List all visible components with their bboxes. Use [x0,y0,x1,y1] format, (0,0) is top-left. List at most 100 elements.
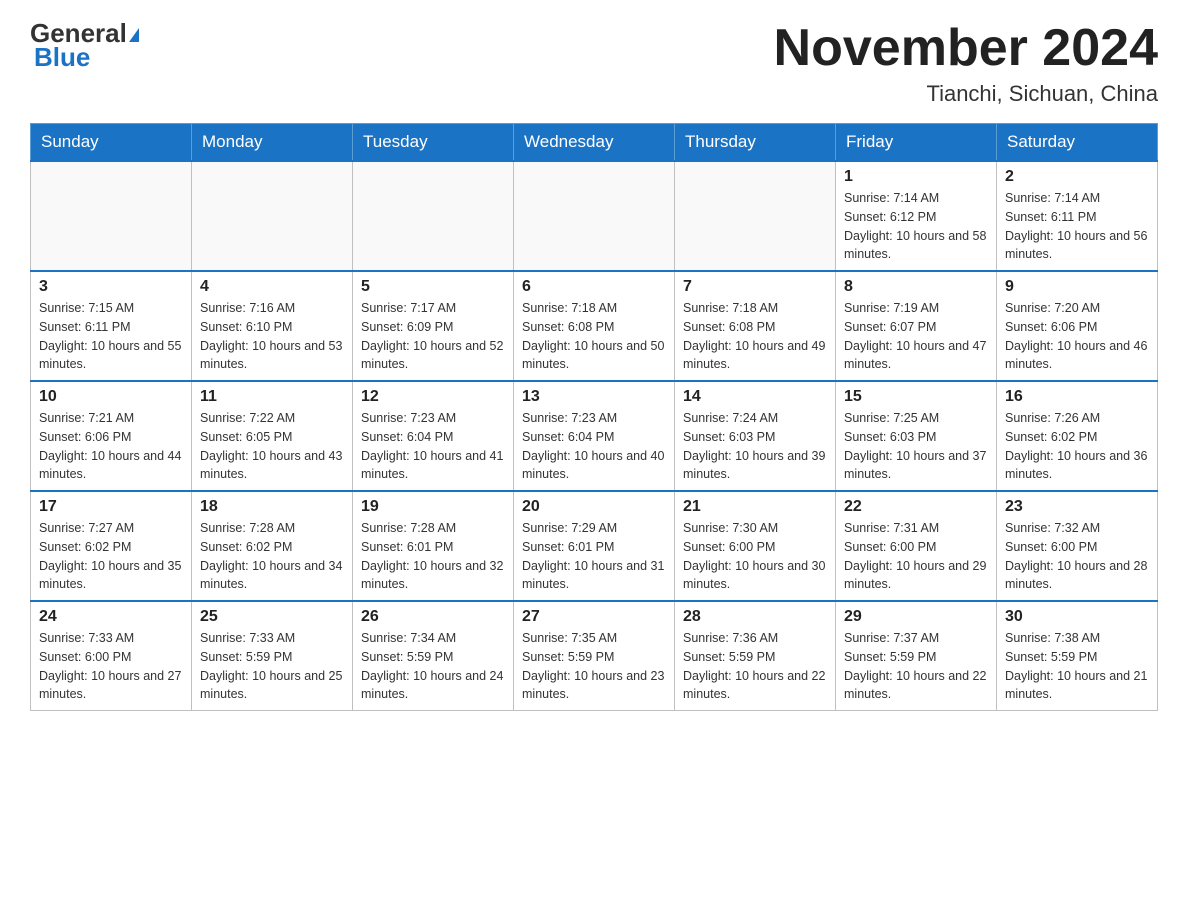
day-info: Sunrise: 7:33 AMSunset: 6:00 PMDaylight:… [39,629,183,704]
day-info: Sunrise: 7:23 AMSunset: 6:04 PMDaylight:… [522,409,666,484]
day-number: 3 [39,278,183,296]
calendar-cell: 19 Sunrise: 7:28 AMSunset: 6:01 PMDayligh… [353,491,514,601]
week-row-1: 1 Sunrise: 7:14 AMSunset: 6:12 PMDaylight… [31,161,1158,271]
day-info: Sunrise: 7:15 AMSunset: 6:11 PMDaylight:… [39,299,183,374]
day-info: Sunrise: 7:28 AMSunset: 6:01 PMDaylight:… [361,519,505,594]
calendar-cell [192,161,353,271]
logo: General Blue [30,20,139,73]
month-title: November 2024 [774,20,1158,77]
week-row-4: 17 Sunrise: 7:27 AMSunset: 6:02 PMDayligh… [31,491,1158,601]
calendar-cell [675,161,836,271]
day-info: Sunrise: 7:23 AMSunset: 6:04 PMDaylight:… [361,409,505,484]
day-info: Sunrise: 7:17 AMSunset: 6:09 PMDaylight:… [361,299,505,374]
day-info: Sunrise: 7:35 AMSunset: 5:59 PMDaylight:… [522,629,666,704]
day-number: 11 [200,388,344,406]
day-info: Sunrise: 7:20 AMSunset: 6:06 PMDaylight:… [1005,299,1149,374]
calendar-cell: 14 Sunrise: 7:24 AMSunset: 6:03 PMDayligh… [675,381,836,491]
calendar-cell: 11 Sunrise: 7:22 AMSunset: 6:05 PMDayligh… [192,381,353,491]
day-number: 25 [200,608,344,626]
day-number: 10 [39,388,183,406]
calendar-cell: 25 Sunrise: 7:33 AMSunset: 5:59 PMDayligh… [192,601,353,711]
day-number: 9 [1005,278,1149,296]
day-info: Sunrise: 7:19 AMSunset: 6:07 PMDaylight:… [844,299,988,374]
calendar-cell: 3 Sunrise: 7:15 AMSunset: 6:11 PMDaylight… [31,271,192,381]
calendar-cell: 30Sunrise: 7:38 AMSunset: 5:59 PMDayligh… [997,601,1158,711]
header-sunday: Sunday [31,124,192,162]
day-number: 19 [361,498,505,516]
calendar-table: Sunday Monday Tuesday Wednesday Thursday… [30,123,1158,711]
day-info: Sunrise: 7:14 AMSunset: 6:11 PMDaylight:… [1005,189,1149,264]
calendar-cell: 21Sunrise: 7:30 AMSunset: 6:00 PMDayligh… [675,491,836,601]
day-info: Sunrise: 7:33 AMSunset: 5:59 PMDaylight:… [200,629,344,704]
day-number: 15 [844,388,988,406]
day-info: Sunrise: 7:26 AMSunset: 6:02 PMDaylight:… [1005,409,1149,484]
day-info: Sunrise: 7:34 AMSunset: 5:59 PMDaylight:… [361,629,505,704]
calendar-cell [353,161,514,271]
day-info: Sunrise: 7:14 AMSunset: 6:12 PMDaylight:… [844,189,988,264]
week-row-5: 24 Sunrise: 7:33 AMSunset: 6:00 PMDayligh… [31,601,1158,711]
calendar-cell: 16 Sunrise: 7:26 AMSunset: 6:02 PMDayligh… [997,381,1158,491]
day-number: 26 [361,608,505,626]
calendar-cell: 23Sunrise: 7:32 AMSunset: 6:00 PMDayligh… [997,491,1158,601]
day-number: 28 [683,608,827,626]
day-number: 29 [844,608,988,626]
day-number: 14 [683,388,827,406]
calendar-cell: 2 Sunrise: 7:14 AMSunset: 6:11 PMDaylight… [997,161,1158,271]
day-info: Sunrise: 7:22 AMSunset: 6:05 PMDaylight:… [200,409,344,484]
week-row-3: 10Sunrise: 7:21 AMSunset: 6:06 PMDayligh… [31,381,1158,491]
header-saturday: Saturday [997,124,1158,162]
day-number: 27 [522,608,666,626]
day-info: Sunrise: 7:18 AMSunset: 6:08 PMDaylight:… [522,299,666,374]
day-number: 18 [200,498,344,516]
day-info: Sunrise: 7:38 AMSunset: 5:59 PMDaylight:… [1005,629,1149,704]
calendar-cell: 18 Sunrise: 7:28 AMSunset: 6:02 PMDayligh… [192,491,353,601]
calendar-cell: 28 Sunrise: 7:36 AMSunset: 5:59 PMDayligh… [675,601,836,711]
calendar-cell: 27 Sunrise: 7:35 AMSunset: 5:59 PMDayligh… [514,601,675,711]
day-number: 8 [844,278,988,296]
day-number: 16 [1005,388,1149,406]
logo-line2: Blue [30,42,90,73]
header-tuesday: Tuesday [353,124,514,162]
day-number: 4 [200,278,344,296]
day-info: Sunrise: 7:28 AMSunset: 6:02 PMDaylight:… [200,519,344,594]
day-number: 20 [522,498,666,516]
day-number: 13 [522,388,666,406]
day-number: 5 [361,278,505,296]
day-info: Sunrise: 7:25 AMSunset: 6:03 PMDaylight:… [844,409,988,484]
calendar-cell: 22Sunrise: 7:31 AMSunset: 6:00 PMDayligh… [836,491,997,601]
calendar-cell: 9 Sunrise: 7:20 AMSunset: 6:06 PMDaylight… [997,271,1158,381]
title-area: November 2024 Tianchi, Sichuan, China [774,20,1158,107]
location: Tianchi, Sichuan, China [774,81,1158,107]
day-number: 23 [1005,498,1149,516]
calendar-cell: 10Sunrise: 7:21 AMSunset: 6:06 PMDayligh… [31,381,192,491]
day-number: 2 [1005,168,1149,186]
day-number: 1 [844,168,988,186]
header-friday: Friday [836,124,997,162]
calendar-cell: 12 Sunrise: 7:23 AMSunset: 6:04 PMDayligh… [353,381,514,491]
calendar-cell: 17 Sunrise: 7:27 AMSunset: 6:02 PMDayligh… [31,491,192,601]
calendar-cell: 1 Sunrise: 7:14 AMSunset: 6:12 PMDaylight… [836,161,997,271]
calendar-cell: 29 Sunrise: 7:37 AMSunset: 5:59 PMDayligh… [836,601,997,711]
header-wednesday: Wednesday [514,124,675,162]
calendar-cell: 20 Sunrise: 7:29 AMSunset: 6:01 PMDayligh… [514,491,675,601]
day-number: 7 [683,278,827,296]
day-info: Sunrise: 7:27 AMSunset: 6:02 PMDaylight:… [39,519,183,594]
day-number: 6 [522,278,666,296]
day-number: 21 [683,498,827,516]
day-info: Sunrise: 7:36 AMSunset: 5:59 PMDaylight:… [683,629,827,704]
calendar-cell: 24 Sunrise: 7:33 AMSunset: 6:00 PMDayligh… [31,601,192,711]
day-number: 12 [361,388,505,406]
header: General Blue November 2024 Tianchi, Sich… [30,20,1158,107]
header-thursday: Thursday [675,124,836,162]
calendar-cell: 7Sunrise: 7:18 AMSunset: 6:08 PMDaylight… [675,271,836,381]
day-number: 17 [39,498,183,516]
calendar-cell: 15 Sunrise: 7:25 AMSunset: 6:03 PMDayligh… [836,381,997,491]
day-info: Sunrise: 7:37 AMSunset: 5:59 PMDaylight:… [844,629,988,704]
calendar-cell: 13 Sunrise: 7:23 AMSunset: 6:04 PMDayligh… [514,381,675,491]
weekday-header-row: Sunday Monday Tuesday Wednesday Thursday… [31,124,1158,162]
calendar-cell: 4Sunrise: 7:16 AMSunset: 6:10 PMDaylight… [192,271,353,381]
header-monday: Monday [192,124,353,162]
day-number: 24 [39,608,183,626]
day-info: Sunrise: 7:29 AMSunset: 6:01 PMDaylight:… [522,519,666,594]
day-info: Sunrise: 7:24 AMSunset: 6:03 PMDaylight:… [683,409,827,484]
